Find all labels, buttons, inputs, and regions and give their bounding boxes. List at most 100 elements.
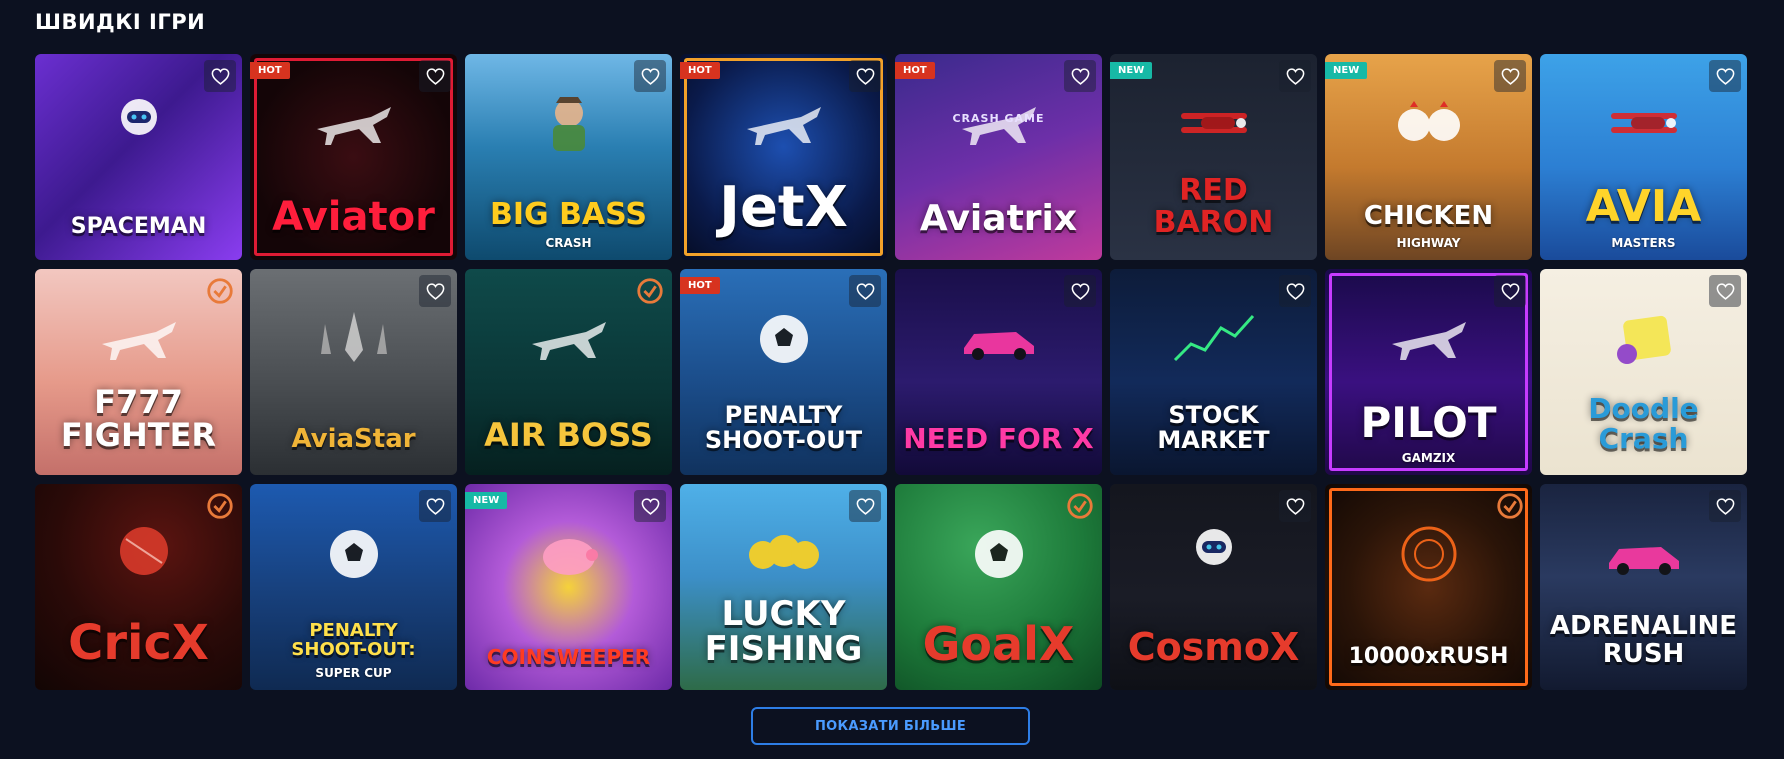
game-tile[interactable]: Doodle Crash: [1540, 269, 1747, 475]
piggy-bank-icon: [526, 525, 612, 583]
game-title: BIG BASS: [489, 196, 648, 232]
favorite-heart-icon[interactable]: [849, 275, 881, 307]
game-title: GoalX: [922, 616, 1075, 671]
game-title: AviaStar: [291, 423, 416, 454]
game-title: NEED FOR X: [903, 421, 1094, 455]
game-tile[interactable]: Aviator HOT: [250, 54, 457, 260]
provider-logo-icon: [634, 275, 666, 307]
car-icon: [1601, 525, 1687, 583]
game-tile[interactable]: COINSWEEPER NEW: [465, 484, 672, 690]
chart-icon: [1171, 310, 1257, 368]
game-title: JetX: [719, 175, 848, 241]
provider-logo-icon: [1064, 490, 1096, 522]
game-title: CHICKEN: [1363, 200, 1494, 231]
game-tile[interactable]: CosmoX: [1110, 484, 1317, 690]
provider-logo-icon: [204, 490, 236, 522]
ball-icon: [311, 525, 397, 583]
game-tile[interactable]: STOCK MARKET: [1110, 269, 1317, 475]
game-tile[interactable]: CHICKEN HIGHWAY NEW: [1325, 54, 1532, 260]
game-subtitle: CRASH: [545, 236, 592, 250]
provider-logo-icon: [204, 275, 236, 307]
new-badge: NEW: [1110, 62, 1153, 79]
favorite-heart-icon[interactable]: [1279, 275, 1311, 307]
favorite-heart-icon[interactable]: [1494, 275, 1526, 307]
spaceship-icon: [311, 310, 397, 368]
favorite-heart-icon[interactable]: [1709, 60, 1741, 92]
radar-icon: [1386, 525, 1472, 583]
game-grid: SPACEMAN Aviator HOT BIG BASS CRASH JetX HOT CR…: [35, 54, 1747, 690]
game-title: Aviatrix: [919, 198, 1078, 240]
favorite-heart-icon[interactable]: [849, 490, 881, 522]
game-tile[interactable]: AIR BOSS: [465, 269, 672, 475]
favorite-heart-icon[interactable]: [419, 275, 451, 307]
favorite-heart-icon[interactable]: [204, 60, 236, 92]
duck-icon: [741, 525, 827, 583]
show-more-button[interactable]: ПОКАЗАТИ БІЛЬШЕ: [751, 707, 1030, 745]
game-title: ADRENALINE RUSH: [1549, 611, 1738, 669]
game-title: STOCK MARKET: [1157, 400, 1270, 454]
game-tile[interactable]: LUCKY FISHING: [680, 484, 887, 690]
game-tile[interactable]: CRASH GAME Aviatrix HOT: [895, 54, 1102, 260]
astronaut-icon: [96, 95, 182, 153]
game-tile[interactable]: F777 FIGHTER: [35, 269, 242, 475]
car-icon: [956, 310, 1042, 368]
fisherman-icon: [526, 95, 612, 153]
game-tile[interactable]: GoalX: [895, 484, 1102, 690]
game-title: PENALTY SHOOT-OUT: [704, 400, 863, 454]
favorite-heart-icon[interactable]: [849, 60, 881, 92]
game-tile[interactable]: 10000xRUSH: [1325, 484, 1532, 690]
cricket-ball-icon: [96, 525, 182, 583]
game-title: 10000xRUSH: [1348, 643, 1509, 669]
game-tile[interactable]: JetX HOT: [680, 54, 887, 260]
jet-icon: [741, 95, 827, 153]
favorite-heart-icon[interactable]: [1279, 60, 1311, 92]
game-tile[interactable]: PENALTY SHOOT-OUT HOT: [680, 269, 887, 475]
hot-badge: HOT: [680, 62, 720, 79]
game-title: AVIA: [1585, 180, 1702, 232]
ball-icon: [741, 310, 827, 368]
game-tile[interactable]: NEED FOR X: [895, 269, 1102, 475]
game-tile[interactable]: AviaStar: [250, 269, 457, 475]
game-tile[interactable]: AVIA MASTERS: [1540, 54, 1747, 260]
section-title: ШВИДКІ ІГРИ: [35, 10, 206, 34]
favorite-heart-icon[interactable]: [1709, 275, 1741, 307]
game-subtitle: SUPER CUP: [315, 666, 392, 680]
favorite-heart-icon[interactable]: [634, 490, 666, 522]
game-tile[interactable]: SPACEMAN: [35, 54, 242, 260]
favorite-heart-icon[interactable]: [1494, 60, 1526, 92]
hot-badge: HOT: [680, 277, 720, 294]
game-tile[interactable]: PILOT GAMZIX: [1325, 269, 1532, 475]
jet-icon: [96, 310, 182, 368]
game-subtitle: MASTERS: [1611, 236, 1676, 250]
game-title: AIR BOSS: [484, 416, 653, 455]
game-tile[interactable]: CricX: [35, 484, 242, 690]
biplane-icon: [1171, 95, 1257, 153]
game-title: COINSWEEPER: [486, 645, 651, 669]
game-title: RED BARON: [1153, 173, 1274, 240]
game-tile[interactable]: PENALTY SHOOT-OUT: SUPER CUP: [250, 484, 457, 690]
favorite-heart-icon[interactable]: [419, 60, 451, 92]
plane-icon: [1386, 310, 1472, 368]
game-subtitle: GAMZIX: [1401, 451, 1456, 465]
game-tile[interactable]: RED BARON NEW: [1110, 54, 1317, 260]
favorite-heart-icon[interactable]: [634, 60, 666, 92]
favorite-heart-icon[interactable]: [1709, 490, 1741, 522]
game-tile[interactable]: BIG BASS CRASH: [465, 54, 672, 260]
favorite-heart-icon[interactable]: [1279, 490, 1311, 522]
hot-badge: HOT: [895, 62, 935, 79]
astronaut-icon: [1171, 525, 1257, 583]
biplane-icon: [1601, 95, 1687, 153]
game-title: F777 FIGHTER: [60, 382, 217, 455]
game-tile[interactable]: ADRENALINE RUSH: [1540, 484, 1747, 690]
favorite-heart-icon[interactable]: [419, 490, 451, 522]
football-icon: [956, 525, 1042, 583]
plane-icon: [311, 95, 397, 153]
game-title: SPACEMAN: [70, 213, 207, 239]
jet-icon: [526, 310, 612, 368]
favorite-heart-icon[interactable]: [1064, 60, 1096, 92]
game-title: CricX: [68, 614, 209, 671]
monster-icon: [1601, 310, 1687, 368]
game-title: Aviator: [272, 194, 435, 240]
new-badge: NEW: [465, 492, 508, 509]
favorite-heart-icon[interactable]: [1064, 275, 1096, 307]
